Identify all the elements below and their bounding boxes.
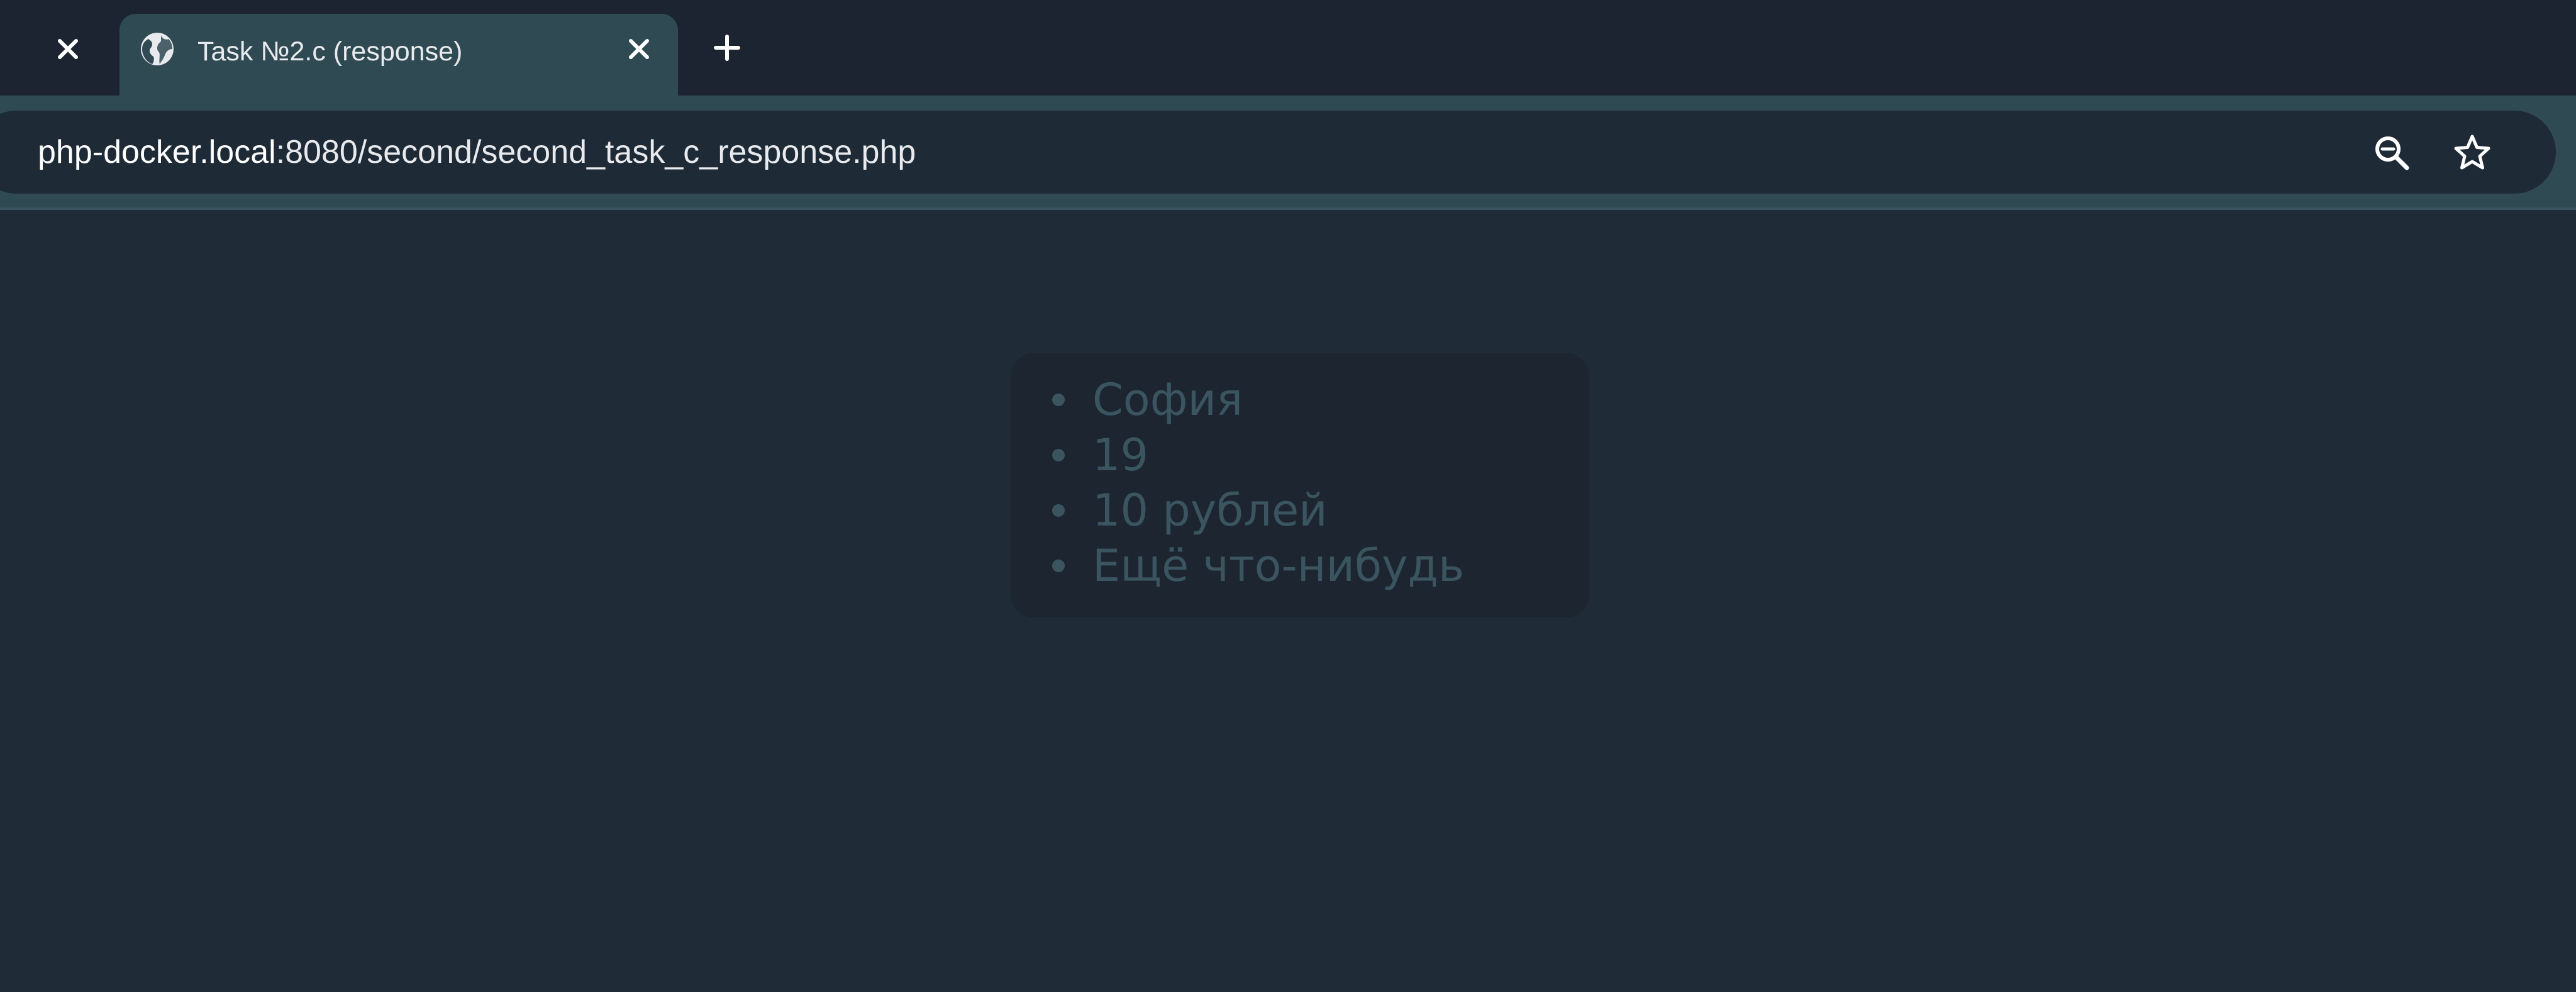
list-item-text: 10 рублей (1092, 485, 1328, 536)
address-bar-url[interactable]: php-docker.local:8080/second/second_task… (38, 132, 916, 172)
tab-task-2c-response[interactable]: Task №2.c (response) (119, 14, 678, 96)
close-icon (629, 39, 649, 59)
list-item: 19 (1048, 427, 1464, 483)
list-item: София (1048, 372, 1464, 427)
globe-icon (141, 33, 174, 65)
address-bar[interactable]: php-docker.local:8080/second/second_task… (0, 111, 2556, 194)
close-icon (58, 39, 78, 59)
list-item: Ещё что-нибудь (1048, 538, 1464, 593)
list-item: 10 рублей (1048, 483, 1464, 538)
page-content: София 19 10 рублей Ещё что-нибудь (0, 210, 2576, 992)
zoom-out-icon (2375, 136, 2409, 170)
response-card: София 19 10 рублей Ещё что-нибудь (1011, 353, 1589, 617)
list-item-text: София (1092, 374, 1243, 426)
bullet-icon (1052, 449, 1065, 461)
bullet-icon (1052, 559, 1065, 572)
bullet-icon (1052, 394, 1065, 406)
new-tab-button[interactable] (702, 23, 752, 73)
bookmark-button[interactable] (2450, 131, 2494, 175)
tab-close-button[interactable] (615, 25, 663, 73)
zoom-button[interactable] (2370, 131, 2414, 175)
tab-title: Task №2.c (response) (197, 36, 463, 67)
browser-toolbar: php-docker.local:8080/second/second_task… (0, 96, 2576, 209)
plus-icon (714, 35, 740, 61)
tab-strip: Task №2.c (response) (0, 0, 2576, 96)
list-item-text: 19 (1092, 429, 1149, 481)
bullet-icon (1052, 504, 1065, 517)
previous-tab-close-button[interactable] (43, 24, 93, 74)
url-host: php-docker.local (38, 134, 276, 170)
star-icon (2454, 135, 2490, 170)
url-path: :8080/second/second_task_c_response.php (275, 134, 916, 170)
list-item-text: Ещё что-нибудь (1092, 540, 1465, 592)
response-list: София 19 10 рублей Ещё что-нибудь (1048, 372, 1464, 593)
